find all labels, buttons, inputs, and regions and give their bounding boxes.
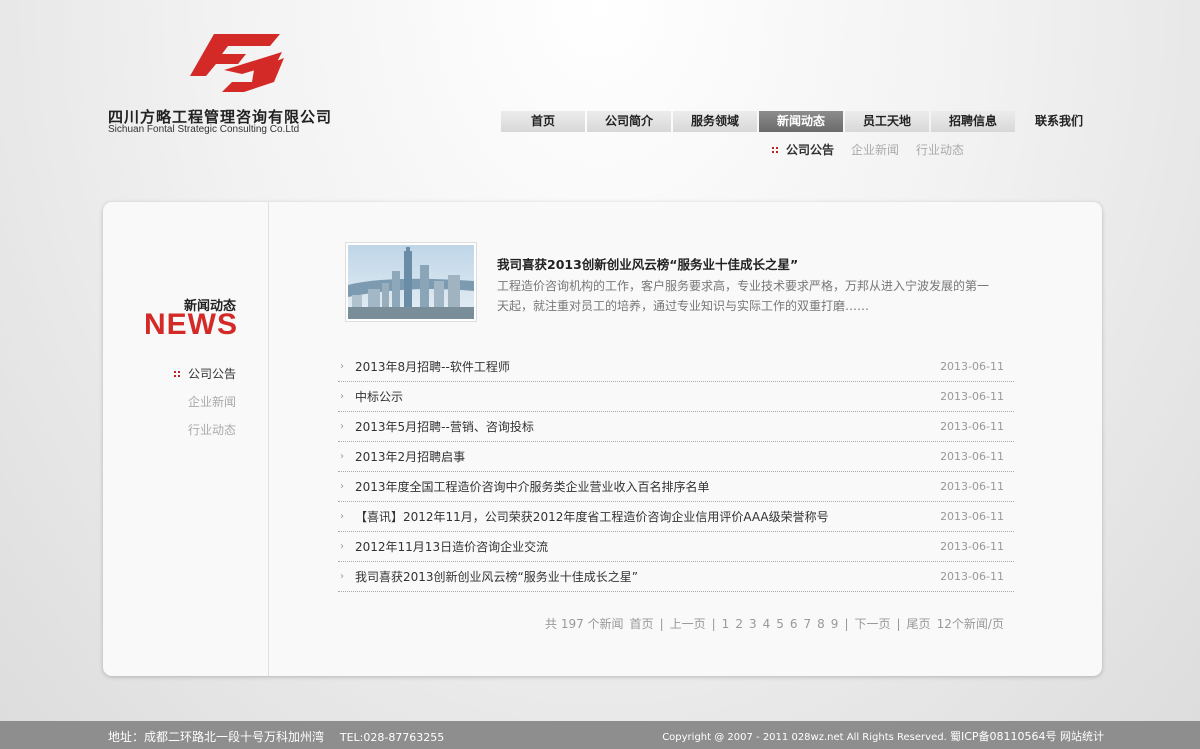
- footer-copyright: Copyright @ 2007 - 2011 028wz.net All Ri…: [662, 732, 947, 743]
- list-item[interactable]: › 2013年2月招聘启事 2013-06-11: [338, 442, 1014, 472]
- news-date: 2013-06-11: [940, 570, 1004, 583]
- featured-description: 工程造价咨询机构的工作，客户服务要求高，专业技术要求严格，万邦从进入宁波发展的第…: [497, 279, 990, 313]
- news-date: 2013-06-11: [940, 390, 1004, 403]
- footer: 地址：成都二环路北一段十号万科加州湾 TEL:028-87763255 Copy…: [0, 721, 1200, 749]
- footer-copyright-block: Copyright @ 2007 - 2011 028wz.net All Ri…: [662, 728, 1104, 744]
- news-date: 2013-06-11: [940, 450, 1004, 463]
- nav-news[interactable]: 新闻动态: [759, 111, 843, 132]
- arrow-right-icon: ›: [340, 481, 344, 492]
- logo-mark-icon: [190, 34, 284, 92]
- pager-prev[interactable]: 上一页: [670, 615, 706, 632]
- arrow-right-icon: ›: [340, 451, 344, 462]
- pager-page[interactable]: 9: [831, 617, 839, 631]
- footer-icp[interactable]: 蜀ICP备08110564号 网站统计: [950, 730, 1104, 743]
- pager-page[interactable]: 4: [763, 617, 771, 631]
- arrow-right-icon: ›: [340, 511, 344, 522]
- pager-page[interactable]: 1: [722, 617, 730, 631]
- news-date: 2013-06-11: [940, 480, 1004, 493]
- company-name-en: Sichuan Fontal Strategic Consulting Co.L…: [108, 124, 300, 135]
- sidebar-item-label: 行业动态: [187, 423, 236, 437]
- main-nav: 首页 公司简介 服务领域 新闻动态 员工天地 招聘信息 联系我们: [501, 111, 1103, 132]
- news-date: 2013-06-11: [940, 420, 1004, 433]
- news-list: › 2013年8月招聘--软件工程师 2013-06-11 › 中标公示 2013-06…: [338, 352, 1014, 592]
- sub-nav: 公司公告 企业新闻 行业动态: [772, 141, 981, 158]
- company-logo[interactable]: 四川方略工程管理咨询有限公司 Sichuan Fontal Strategic …: [106, 30, 356, 140]
- pager-total: 共 197 个新闻: [545, 617, 624, 631]
- pager-page[interactable]: 7: [804, 617, 812, 631]
- pager-next[interactable]: 下一页: [854, 615, 890, 632]
- nav-services[interactable]: 服务领域: [673, 111, 757, 132]
- list-item[interactable]: › 2013年度全国工程造价咨询中介服务类企业营业收入百名排序名单 2013-06-…: [338, 472, 1014, 502]
- arrow-right-icon: ›: [340, 541, 344, 552]
- sidebar-item-industry-news[interactable]: 行业动态: [174, 416, 236, 444]
- pager-first[interactable]: 首页: [630, 615, 654, 632]
- pager-separator: |: [844, 616, 849, 631]
- arrow-right-icon: ›: [340, 391, 344, 402]
- list-item[interactable]: › 【喜讯】2012年11月，公司荣获2012年度省工程造价咨询企业信用评价AAA…: [338, 502, 1014, 532]
- subnav-announcements[interactable]: 公司公告: [786, 141, 834, 158]
- pagination: 共 197 个新闻 首页 | 上一页 | 1 2 3 4 5 6 7 8 9 |…: [545, 615, 1010, 632]
- news-title: 2013年度全国工程造价咨询中介服务类企业营业收入百名排序名单: [355, 480, 710, 494]
- pager-page[interactable]: 3: [749, 617, 757, 631]
- sidebar-title-en: NEWS: [144, 308, 238, 341]
- list-item[interactable]: › 我司喜获2013创新创业风云榜“服务业十佳成长之星” 2013-06-11: [338, 562, 1014, 592]
- news-title: 我司喜获2013创新创业风云榜“服务业十佳成长之星”: [355, 570, 638, 584]
- pager-separator: |: [711, 616, 716, 631]
- subnav-industry-news[interactable]: 行业动态: [916, 141, 964, 158]
- list-item[interactable]: › 中标公示 2013-06-11: [338, 382, 1014, 412]
- pager-page[interactable]: 6: [790, 617, 798, 631]
- arrow-right-icon: ›: [340, 361, 344, 372]
- pager-per-page: 12个新闻/页: [936, 617, 1004, 631]
- list-item[interactable]: › 2012年11月13日造价咨询企业交流 2013-06-11: [338, 532, 1014, 562]
- footer-contact: 地址：成都二环路北一段十号万科加州湾 TEL:028-87763255: [108, 728, 444, 745]
- pager-page[interactable]: 5: [776, 617, 784, 631]
- sidebar-item-announcements[interactable]: 公司公告: [173, 360, 236, 388]
- nav-staff[interactable]: 员工天地: [845, 111, 929, 132]
- news-title: 2013年2月招聘启事: [355, 450, 466, 464]
- sidebar: 新闻动态 NEWS 公司公告 企业新闻 行业动态: [103, 202, 269, 676]
- nav-home[interactable]: 首页: [501, 111, 585, 132]
- news-date: 2013-06-11: [940, 510, 1004, 523]
- footer-tel: TEL:028-87763255: [339, 731, 445, 744]
- news-title: 2013年8月招聘--软件工程师: [355, 360, 510, 374]
- sidebar-item-company-news[interactable]: 企业新闻: [174, 388, 236, 416]
- bullet-icon: [772, 146, 778, 153]
- pager-separator: |: [896, 616, 901, 631]
- nav-about[interactable]: 公司简介: [587, 111, 671, 132]
- news-title: 2012年11月13日造价咨询企业交流: [355, 540, 549, 554]
- nav-jobs[interactable]: 招聘信息: [931, 111, 1015, 132]
- pager-page[interactable]: 2: [735, 617, 743, 631]
- bullet-icon: [173, 371, 180, 377]
- sidebar-item-label: 公司公告: [187, 367, 236, 381]
- pager-separator: |: [659, 616, 664, 631]
- news-date: 2013-06-11: [940, 540, 1004, 553]
- pager-last[interactable]: 尾页: [907, 615, 931, 632]
- footer-address: 地址：成都二环路北一段十号万科加州湾: [108, 730, 325, 744]
- sidebar-item-label: 企业新闻: [187, 395, 236, 409]
- subnav-company-news[interactable]: 企业新闻: [851, 141, 899, 158]
- news-title: 中标公示: [355, 390, 404, 404]
- arrow-right-icon: ›: [340, 421, 344, 432]
- nav-contact[interactable]: 联系我们: [1017, 111, 1101, 132]
- list-item[interactable]: › 2013年5月招聘--营销、咨询投标 2013-06-11: [338, 412, 1014, 442]
- arrow-right-icon: ›: [340, 571, 344, 582]
- news-title: 2013年5月招聘--营销、咨询投标: [355, 420, 534, 434]
- news-title: 【喜讯】2012年11月，公司荣获2012年度省工程造价咨询企业信用评价AAA级…: [355, 510, 829, 524]
- featured-title[interactable]: 我司喜获2013创新创业风云榜“服务业十佳成长之星”: [497, 254, 997, 273]
- pager-page[interactable]: 8: [817, 617, 825, 631]
- featured-thumbnail[interactable]: [345, 242, 477, 322]
- content-panel: 新闻动态 NEWS 公司公告 企业新闻 行业动态 我司喜获2013创新创业风云榜…: [103, 202, 1102, 676]
- list-item[interactable]: › 2013年8月招聘--软件工程师 2013-06-11: [338, 352, 1014, 382]
- sidebar-links: 公司公告 企业新闻 行业动态: [173, 360, 236, 444]
- city-skyline-image: [348, 245, 474, 319]
- news-date: 2013-06-11: [940, 360, 1004, 373]
